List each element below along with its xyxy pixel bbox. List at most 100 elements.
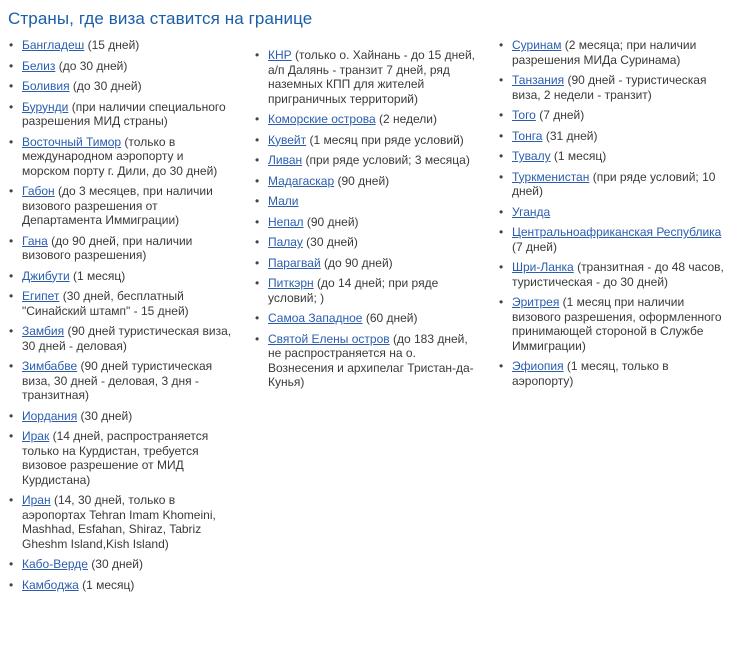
country-note: (30 дней) [302, 235, 358, 249]
country-list-item: Непал (90 дней) [252, 215, 480, 230]
country-list-item: Восточный Тимор (только в международном … [6, 135, 234, 179]
country-link[interactable]: Мадагаскар [268, 174, 334, 188]
country-link[interactable]: Святой Елены остров [268, 332, 390, 346]
country-list-item: Иордания (30 дней) [6, 409, 234, 424]
country-link[interactable]: Уганда [512, 205, 550, 219]
country-list-item: Парагвай (до 90 дней) [252, 256, 480, 271]
country-link[interactable]: Суринам [512, 38, 561, 52]
country-link[interactable]: Гана [22, 234, 48, 248]
country-note: (1 месяц) [550, 149, 607, 163]
country-link[interactable]: Белиз [22, 59, 55, 73]
country-link[interactable]: Тувалу [512, 149, 551, 163]
country-link[interactable]: Джибути [22, 269, 70, 283]
country-list-item: Мадагаскар (90 дней) [252, 174, 480, 189]
country-list-item: Палау (30 дней) [252, 235, 480, 250]
country-link[interactable]: Шри-Ланка [512, 260, 574, 274]
country-list-3: Суринам (2 месяца; при наличии разрешени… [496, 38, 732, 388]
country-list-item: Ирак (14 дней, распространяется только н… [6, 429, 234, 487]
country-link[interactable]: Эритрея [512, 295, 559, 309]
country-list-item: Иран (14, 30 дней, только в аэропортах T… [6, 493, 234, 551]
country-link[interactable]: Ливан [268, 153, 302, 167]
country-link[interactable]: Палау [268, 235, 303, 249]
country-note: (14, 30 дней, только в аэропортах Tehran… [22, 493, 216, 551]
country-list-item: Бурунди (при наличии специального разреш… [6, 100, 234, 129]
country-link[interactable]: Египет [22, 289, 59, 303]
page-title: Страны, где виза ставится на границе [8, 9, 313, 28]
country-list-1: Бангладеш (15 дней) Белиз (до 30 дней) Бол… [6, 38, 234, 592]
country-link[interactable]: Кабо-Верде [22, 557, 88, 571]
country-link[interactable]: Бангладеш [22, 38, 84, 52]
country-note: (1 месяц) [69, 268, 126, 283]
country-column-2: КНР (только о. Хайнань - до 15 дней, а/п… [252, 38, 480, 396]
country-link[interactable]: Иран [22, 493, 51, 507]
country-list-item: Святой Елены остров (до 183 дней, не рас… [252, 332, 480, 390]
country-link[interactable]: Восточный Тимор [22, 135, 121, 149]
country-link[interactable]: Того [512, 108, 536, 122]
country-list-item: Белиз (до 30 дней) [6, 59, 234, 74]
country-list-item: Камбоджа (1 месяц) [6, 578, 234, 593]
country-link[interactable]: Танзания [512, 73, 564, 87]
country-link[interactable]: Камбоджа [22, 578, 79, 592]
country-note: (31 дней) [542, 128, 598, 143]
country-link[interactable]: Замбия [22, 324, 64, 338]
country-link[interactable]: Зимбабве [22, 359, 77, 373]
country-note: (30 дней) [77, 408, 133, 423]
country-list-item: Кувейт (1 месяц при ряде условий) [252, 133, 480, 148]
country-list-item: КНР (только о. Хайнань - до 15 дней, а/п… [252, 48, 480, 106]
country-list-item: Замбия (90 дней туристическая виза, 30 д… [6, 324, 234, 353]
country-link[interactable]: Иордания [22, 409, 77, 423]
country-note: (30 дней) [87, 557, 143, 571]
country-link[interactable]: Кувейт [268, 133, 306, 147]
country-list-item: Уганда [496, 205, 732, 220]
country-link[interactable]: Бурунди [22, 100, 68, 114]
country-note: (до 90 дней) [320, 255, 393, 270]
country-list-item: Эфиопия (1 месяц, только в аэропорту) [496, 359, 732, 388]
country-list-item: Джибути (1 месяц) [6, 269, 234, 284]
country-link[interactable]: Боливия [22, 79, 70, 93]
country-list-item: Гана (до 90 дней, при наличии визового р… [6, 234, 234, 263]
country-list-2: КНР (только о. Хайнань - до 15 дней, а/п… [252, 48, 480, 390]
country-list-item: Мали [252, 194, 480, 209]
country-list-item: Зимбабве (90 дней туристическая виза, 30… [6, 359, 234, 403]
country-list-item: Того (7 дней) [496, 108, 732, 123]
country-link[interactable]: Габон [22, 184, 55, 198]
country-link[interactable]: Эфиопия [512, 359, 564, 373]
country-list-item: Эритрея (1 месяц при наличии визового ра… [496, 295, 732, 353]
country-list-item: Тонга (31 дней) [496, 129, 732, 144]
country-link[interactable]: Парагвай [268, 256, 321, 270]
country-list-item: Танзания (90 дней - туристическая виза, … [496, 73, 732, 102]
country-note: (до 30 дней) [55, 58, 128, 73]
country-note: (2 недели) [375, 112, 438, 126]
country-list-item: Египет (30 дней, бесплатный "Синайский ш… [6, 289, 234, 318]
country-note: (60 дней) [362, 311, 418, 325]
country-list-item: Центральноафриканская Республика (7 дней… [496, 225, 732, 254]
country-note: (до 90 дней, при наличии визового разреш… [22, 233, 193, 263]
country-list-item: Суринам (2 месяца; при наличии разрешени… [496, 38, 732, 67]
country-link[interactable]: Туркменистан [512, 170, 589, 184]
country-list-item: Боливия (до 30 дней) [6, 79, 234, 94]
country-link[interactable]: Ирак [22, 429, 49, 443]
country-list-item: Ливан (при ряде условий; 3 месяца) [252, 153, 480, 168]
country-link[interactable]: Мали [268, 194, 299, 208]
country-column-3: Суринам (2 месяца; при наличии разрешени… [496, 38, 732, 394]
country-column-1: Бангладеш (15 дней) Белиз (до 30 дней) Бол… [6, 38, 234, 598]
country-link[interactable]: КНР [268, 48, 292, 62]
country-link[interactable]: Центральноафриканская Республика [512, 225, 721, 239]
country-list-item: Коморские острова (2 недели) [252, 112, 480, 127]
country-list-item: Питкэрн (до 14 дней; при ряде условий; ) [252, 276, 480, 305]
country-note: (15 дней) [84, 38, 140, 52]
country-list-item: Кабо-Верде (30 дней) [6, 557, 234, 572]
country-link[interactable]: Питкэрн [268, 276, 314, 290]
country-link[interactable]: Тонга [512, 129, 542, 143]
country-note: (90 дней) [303, 214, 359, 229]
country-note: (1 месяц при ряде условий) [306, 132, 464, 147]
country-note: (7 дней) [535, 108, 585, 122]
country-note: (при ряде условий; 3 месяца) [302, 153, 470, 167]
country-link[interactable]: Непал [268, 215, 304, 229]
country-note: (7 дней) [512, 239, 558, 254]
country-link[interactable]: Коморские острова [268, 112, 376, 126]
country-list-item: Бангладеш (15 дней) [6, 38, 234, 53]
country-list-item: Тувалу (1 месяц) [496, 149, 732, 164]
country-link[interactable]: Самоа Западное [268, 311, 362, 325]
country-list-item: Габон (до 3 месяцев, при наличии визовог… [6, 184, 234, 228]
